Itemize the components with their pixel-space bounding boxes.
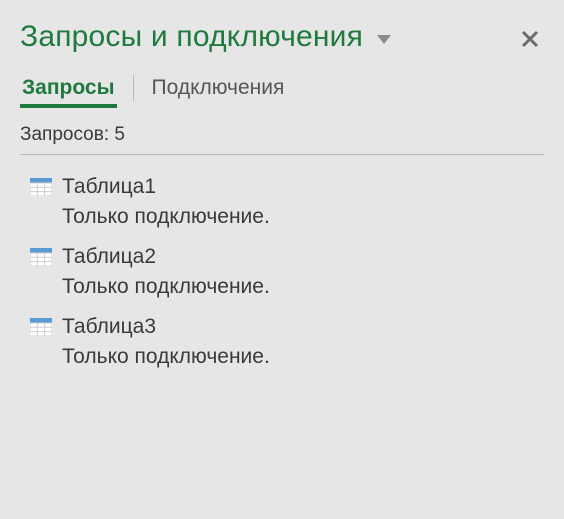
tab-connections[interactable]: Подключения	[150, 72, 287, 108]
pane-title: Запросы и подключения	[20, 20, 363, 54]
close-button[interactable]	[516, 25, 544, 53]
query-status: Только подключение.	[62, 275, 544, 299]
title-group: Запросы и подключения	[20, 20, 395, 54]
caret-down-icon	[377, 35, 391, 45]
tab-queries[interactable]: Запросы	[20, 72, 117, 108]
queries-connections-pane: Запросы и подключения Запросы Подключени…	[0, 0, 564, 379]
table-icon	[30, 178, 52, 196]
query-status: Только подключение.	[62, 345, 544, 369]
tab-divider	[133, 75, 134, 101]
pane-header: Запросы и подключения	[20, 20, 544, 54]
query-item[interactable]: Таблица1 Только подключение.	[20, 169, 544, 239]
query-item-header: Таблица2	[30, 245, 544, 269]
query-item[interactable]: Таблица3 Только подключение.	[20, 309, 544, 379]
query-name: Таблица3	[62, 315, 156, 339]
pane-menu-dropdown[interactable]	[373, 29, 395, 51]
query-count-label: Запросов: 5	[20, 124, 544, 155]
query-list: Таблица1 Только подключение. Таблица2 То…	[20, 169, 544, 379]
tab-bar: Запросы Подключения	[20, 72, 544, 108]
query-name: Таблица1	[62, 175, 156, 199]
query-status: Только подключение.	[62, 205, 544, 229]
close-icon	[521, 30, 539, 48]
query-item-header: Таблица3	[30, 315, 544, 339]
query-name: Таблица2	[62, 245, 156, 269]
table-icon	[30, 318, 52, 336]
query-item-header: Таблица1	[30, 175, 544, 199]
table-icon	[30, 248, 52, 266]
query-item[interactable]: Таблица2 Только подключение.	[20, 239, 544, 309]
